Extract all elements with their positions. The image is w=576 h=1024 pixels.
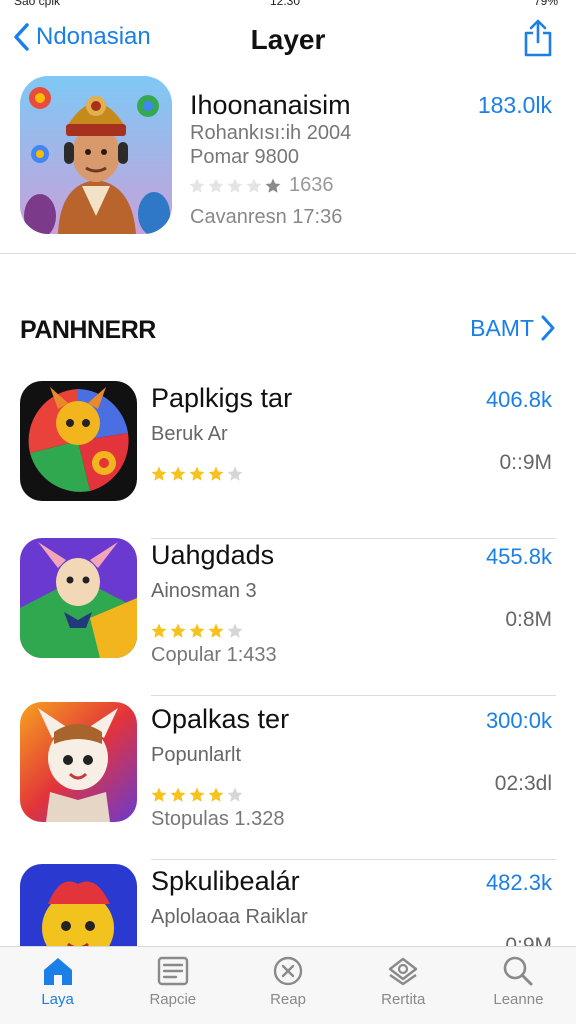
list-item[interactable]: Opalkas ter 300:0k Popunlarlt 02:3dl Sto… [0,702,576,860]
tab-reap[interactable]: Reap [230,947,345,1024]
list-item[interactable]: Paplkigs tar 406.8k Beruk Ar 0::9M [0,381,576,539]
app-extra: Stopulas 1.328 [151,808,285,830]
tab-leanne[interactable]: Leanne [461,947,576,1024]
status-carrier: Sao cpik [14,0,61,8]
divider [151,859,556,860]
app-size: 300:0k [485,708,552,733]
featured-app-developer: Rohankısı:ih 2004 [190,122,352,144]
star-filled-icon [265,178,281,193]
star-filled-icon [170,466,186,481]
featured-app-rating-count: 1636 [289,174,334,196]
tab-label: Laya [41,991,74,1008]
tab-laya[interactable]: Laya [0,947,115,1024]
app-size: 455.8k [485,544,552,569]
tab-rapcie[interactable]: Rapcie [115,947,230,1024]
tab-bar: Laya Rapcie Reap Rertita Leanne [0,946,576,1024]
app-subtitle: Aplolaoaa Raiklar [151,906,308,928]
featured-app-size: 183.0lk [477,92,552,118]
star-empty-icon [227,466,243,481]
star-empty-icon [208,178,224,193]
layers-icon [389,957,418,986]
star-filled-icon [208,466,224,481]
app-extra: Copular 1:433 [151,644,277,666]
app-icon [20,538,137,658]
star-empty-icon [189,178,205,193]
app-name: Spkulibealár [151,866,300,896]
tab-label: Rertita [381,991,426,1008]
chevron-right-icon [541,315,555,341]
star-empty-icon [227,623,243,638]
navigation-bar: Ndonasian Layer [0,14,576,66]
featured-app-category: Pomar 9800 [190,146,299,168]
see-all-link[interactable]: BAMT [470,314,556,342]
tab-label: Leanne [493,991,544,1008]
app-rating-stars [150,622,245,640]
star-empty-icon [246,178,262,193]
app-name: Paplkigs tar [151,383,293,413]
share-button[interactable] [522,18,554,63]
chevron-left-icon [14,23,29,51]
app-meta: 02:3dl [494,772,552,795]
house-icon [43,958,72,985]
tab-label: Reap [270,991,306,1008]
app-icon [20,702,137,822]
app-name: Uahgdads [151,540,275,570]
featured-app-updated: Cavanresn 17:36 [190,206,343,228]
star-filled-icon [170,787,186,802]
app-subtitle: Ainosman 3 [151,580,257,602]
tab-label: Rapcie [149,991,197,1008]
star-filled-icon [151,787,167,802]
star-filled-icon [189,787,205,802]
app-meta: 0:8M [505,608,552,631]
list-item[interactable]: Uahgdads 455.8k Ainosman 3 0:8M Copular … [0,538,576,696]
app-rating-stars [150,465,245,483]
app-icon [20,381,137,501]
featured-app-name: Ihoonanaisim [190,90,351,120]
star-empty-icon [227,787,243,802]
star-filled-icon [189,623,205,638]
app-size: 406.8k [485,387,552,412]
app-subtitle: Beruk Ar [151,423,228,445]
section-title: PANHNERR [20,316,156,344]
share-icon [524,19,552,57]
app-name: Opalkas ter [151,704,290,734]
back-label: Ndonasian [36,23,151,50]
back-button[interactable]: Ndonasian [12,22,151,52]
status-bar: Sao cpik 12:30 79% [0,0,576,10]
app-meta: 0::9M [499,451,552,474]
news-icon [157,956,188,986]
section-header: PANHNERR BAMT [0,314,576,350]
compass-icon [273,956,303,986]
divider [151,695,556,696]
star-filled-icon [208,623,224,638]
app-size: 482.3k [485,870,552,895]
tab-rertita[interactable]: Rertita [346,947,461,1024]
see-all-label: BAMT [470,314,534,341]
status-time: 12:30 [270,0,301,8]
featured-app-icon [20,76,172,234]
star-filled-icon [189,466,205,481]
status-battery: 79% [533,0,558,8]
featured-app-stars [188,177,283,195]
featured-app[interactable]: Ihoonanaisim 183.0lk Rohankısı:ih 2004 P… [0,74,576,254]
star-empty-icon [227,178,243,193]
app-rating-stars [150,786,245,804]
search-icon [504,956,533,986]
star-filled-icon [208,787,224,802]
star-filled-icon [170,623,186,638]
featured-app-rating: 1636 [188,174,334,197]
app-subtitle: Popunlarlt [151,744,242,766]
star-filled-icon [151,466,167,481]
star-filled-icon [151,623,167,638]
